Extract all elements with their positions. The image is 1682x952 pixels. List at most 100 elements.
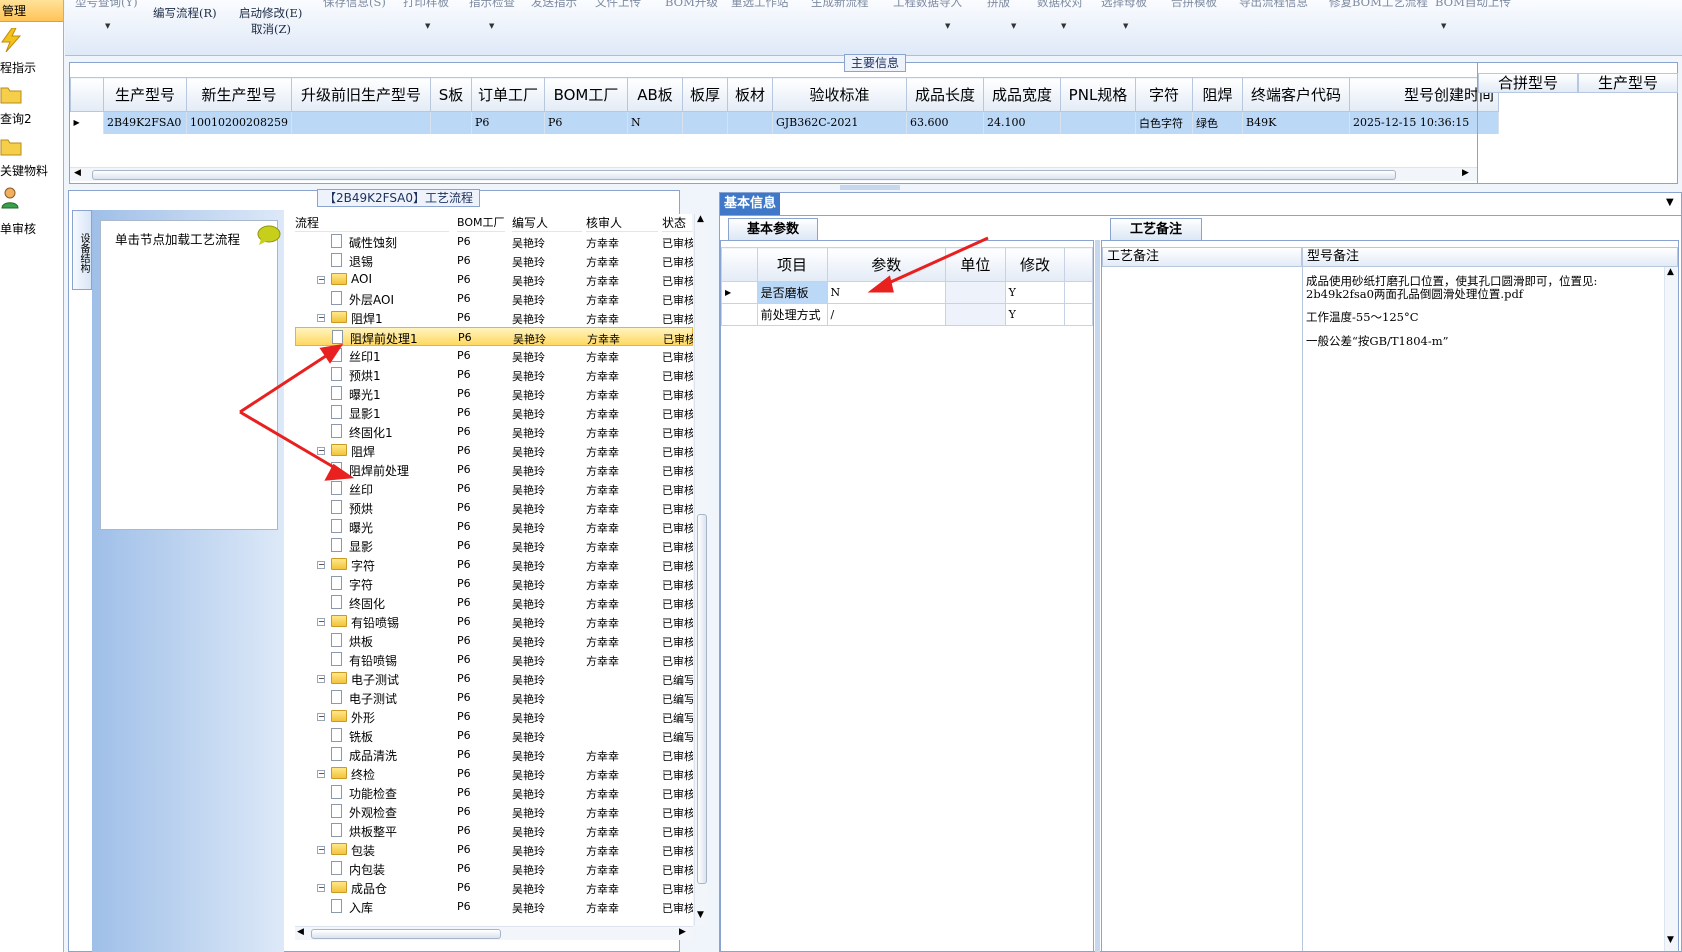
splitter-handle[interactable] bbox=[840, 185, 900, 190]
col-header[interactable]: 单位 bbox=[945, 247, 1006, 282]
collapse-toggle-icon[interactable]: − bbox=[317, 314, 325, 322]
cell[interactable] bbox=[945, 303, 1006, 326]
cell[interactable]: 绿色 bbox=[1192, 111, 1243, 134]
col-header[interactable]: 板材 bbox=[726, 77, 773, 112]
tree-row[interactable]: − 阻焊 P6 吴艳玲 方幸幸 已审核 bbox=[295, 441, 693, 460]
col-header[interactable]: 参数 bbox=[826, 247, 947, 282]
col-header[interactable]: 项目 bbox=[756, 247, 828, 282]
start-modify-button[interactable]: 启动修改(E) bbox=[239, 5, 302, 21]
tree-row[interactable]: 丝印 P6 吴艳玲 方幸幸 已审核 bbox=[295, 479, 693, 498]
cell[interactable]: 是否磨板 bbox=[756, 281, 828, 304]
tree-row[interactable]: 铣板 P6 吴艳玲 已编写 bbox=[295, 726, 693, 745]
cell[interactable]: 10010200208259 bbox=[186, 111, 292, 134]
col-header[interactable]: S板 bbox=[429, 77, 472, 112]
col-header[interactable]: 成品长度 bbox=[905, 77, 984, 112]
collapse-toggle-icon[interactable]: − bbox=[317, 884, 325, 892]
tree-row[interactable]: 碱性蚀刻 P6 吴艳玲 方幸幸 已审核 bbox=[295, 232, 693, 251]
scroll-thumb[interactable] bbox=[311, 929, 501, 939]
tree-row[interactable]: 显影1 P6 吴艳玲 方幸幸 已审核 bbox=[295, 403, 693, 422]
collapse-toggle-icon[interactable]: − bbox=[317, 561, 325, 569]
chevron-down-icon[interactable]: ▼ bbox=[1123, 22, 1128, 30]
tree-row[interactable]: 外观检查 P6 吴艳玲 方幸幸 已审核 bbox=[295, 802, 693, 821]
collapse-toggle-icon[interactable]: − bbox=[317, 447, 325, 455]
table-row[interactable]: ▶ 是否磨板 N Y bbox=[721, 281, 1093, 304]
col-header[interactable]: 状态 bbox=[662, 214, 692, 232]
col-header[interactable]: 合拼型号 bbox=[1478, 73, 1578, 93]
tree-row[interactable]: 外层AOI P6 吴艳玲 方幸幸 已审核 bbox=[295, 289, 693, 308]
tree-row[interactable]: − 外形 P6 吴艳玲 已编写 bbox=[295, 707, 693, 726]
toolbar-item-partial[interactable]: 保存信息(S) bbox=[323, 0, 386, 10]
tree-row[interactable]: 功能检查 P6 吴艳玲 方幸幸 已审核 bbox=[295, 783, 693, 802]
tree-row[interactable]: 曝光1 P6 吴艳玲 方幸幸 已审核 bbox=[295, 384, 693, 403]
collapse-toggle-icon[interactable]: − bbox=[317, 675, 325, 683]
tree-row[interactable]: 预烘 P6 吴艳玲 方幸幸 已审核 bbox=[295, 498, 693, 517]
cell[interactable]: Y bbox=[1004, 281, 1066, 304]
col-header[interactable]: PNL规格 bbox=[1059, 77, 1136, 112]
collapse-toggle-icon[interactable]: − bbox=[317, 276, 325, 284]
tab-basic-params[interactable]: 基本参数 bbox=[728, 218, 818, 240]
col-header[interactable]: 编写人 bbox=[512, 214, 582, 232]
col-header[interactable]: 板厚 bbox=[681, 77, 728, 112]
scroll-thumb[interactable] bbox=[697, 514, 707, 884]
chevron-down-icon[interactable]: ▼ bbox=[1666, 197, 1674, 208]
toolbar-item-partial[interactable]: 拼版 bbox=[987, 0, 1010, 10]
cell[interactable] bbox=[727, 111, 773, 134]
tree-row[interactable]: 阻焊前处理1 P6 吴艳玲 方幸幸 已审核 bbox=[295, 327, 693, 346]
main-grid-hscrollbar[interactable]: ◀ ▶ bbox=[70, 167, 1477, 181]
toolbar-item-partial[interactable]: 指示检查 bbox=[469, 0, 515, 10]
nav-item-key-materials[interactable]: 关键物料 bbox=[0, 132, 63, 186]
toolbar-item-partial[interactable]: 数据校对 bbox=[1037, 0, 1083, 10]
tree-vscrollbar[interactable]: ▲ ▼ bbox=[694, 214, 708, 926]
tree-row[interactable]: 终固化 P6 吴艳玲 方幸幸 已审核 bbox=[295, 593, 693, 612]
scroll-right-icon[interactable]: ▶ bbox=[1462, 168, 1469, 178]
collapse-toggle-icon[interactable]: − bbox=[317, 618, 325, 626]
tab-process-notes[interactable]: 工艺备注 bbox=[1110, 218, 1202, 240]
tree-row[interactable]: 阻焊前处理 P6 吴艳玲 方幸幸 已审核 bbox=[295, 460, 693, 479]
splitter-handle[interactable] bbox=[1095, 240, 1100, 952]
nav-item-process-instruction[interactable]: 程指示 bbox=[0, 26, 63, 80]
tree-row[interactable]: − 阻焊1 P6 吴艳玲 方幸幸 已审核 bbox=[295, 308, 693, 327]
tab-basic-info[interactable]: 基本信息 bbox=[720, 193, 780, 215]
col-header[interactable]: 升级前旧生产型号 bbox=[290, 77, 431, 112]
tree-row[interactable]: 预烘1 P6 吴艳玲 方幸幸 已审核 bbox=[295, 365, 693, 384]
tree-row[interactable]: 终固化1 P6 吴艳玲 方幸幸 已审核 bbox=[295, 422, 693, 441]
tree-row[interactable]: − 有铅喷锡 P6 吴艳玲 方幸幸 已审核 bbox=[295, 612, 693, 631]
tree-row[interactable]: − 电子测试 P6 吴艳玲 已编写 bbox=[295, 669, 693, 688]
cell[interactable]: GJB362C-2021 bbox=[772, 111, 907, 134]
col-header[interactable]: 成品宽度 bbox=[982, 77, 1061, 112]
tree-row[interactable]: 有铅喷锡 P6 吴艳玲 方幸幸 已审核 bbox=[295, 650, 693, 669]
toolbar-item-partial[interactable]: 修复BOM工艺流程 bbox=[1329, 0, 1428, 10]
toolbar-item-partial[interactable]: 导出流程信息 bbox=[1239, 0, 1308, 10]
col-header[interactable]: 新生产型号 bbox=[186, 77, 292, 112]
col-header[interactable]: 型号备注 bbox=[1302, 247, 1678, 267]
toolbar-item-partial[interactable]: 合拼模板 bbox=[1171, 0, 1217, 10]
cell[interactable] bbox=[430, 111, 472, 134]
tree-row[interactable]: 字符 P6 吴艳玲 方幸幸 已审核 bbox=[295, 574, 693, 593]
chevron-down-icon[interactable]: ▼ bbox=[1441, 22, 1446, 30]
toolbar-item-partial[interactable]: BOM升级 bbox=[665, 0, 718, 10]
cancel-button[interactable]: 取消(Z) bbox=[251, 21, 291, 37]
chevron-down-icon[interactable]: ▼ bbox=[945, 22, 950, 30]
tree-row[interactable]: 内包装 P6 吴艳玲 方幸幸 已审核 bbox=[295, 859, 693, 878]
cell[interactable]: P6 bbox=[544, 111, 628, 134]
tree-row[interactable]: − 终检 P6 吴艳玲 方幸幸 已审核 bbox=[295, 764, 693, 783]
col-header[interactable]: 修改 bbox=[1004, 247, 1066, 282]
tree-row[interactable]: − AOI P6 吴艳玲 方幸幸 已审核 bbox=[295, 270, 693, 289]
tree-row[interactable]: − 成品仓 P6 吴艳玲 方幸幸 已审核 bbox=[295, 878, 693, 897]
cell[interactable]: 24.100 bbox=[983, 111, 1061, 134]
col-header[interactable]: BOM工厂 bbox=[543, 77, 628, 112]
col-header[interactable]: 生产型号 bbox=[103, 77, 187, 112]
toolbar-item-partial[interactable]: 重选工作站 bbox=[731, 0, 789, 10]
tree-row[interactable]: 曝光 P6 吴艳玲 方幸幸 已审核 bbox=[295, 517, 693, 536]
chevron-down-icon[interactable]: ▼ bbox=[489, 22, 494, 30]
cell[interactable]: N bbox=[826, 281, 947, 304]
tree-row[interactable]: 显影 P6 吴艳玲 方幸幸 已审核 bbox=[295, 536, 693, 555]
cell[interactable]: 2B49K2FSA0 bbox=[103, 111, 187, 134]
cell[interactable]: B49K bbox=[1242, 111, 1350, 134]
cell[interactable]: 白色字符 bbox=[1135, 111, 1193, 134]
scroll-thumb[interactable] bbox=[92, 170, 1396, 180]
chevron-down-icon[interactable]: ▼ bbox=[105, 22, 110, 30]
tab-equipment-structure[interactable]: 设备结构 bbox=[72, 210, 92, 290]
scroll-up-icon[interactable]: ▲ bbox=[697, 214, 704, 224]
chevron-down-icon[interactable]: ▼ bbox=[1061, 22, 1066, 30]
